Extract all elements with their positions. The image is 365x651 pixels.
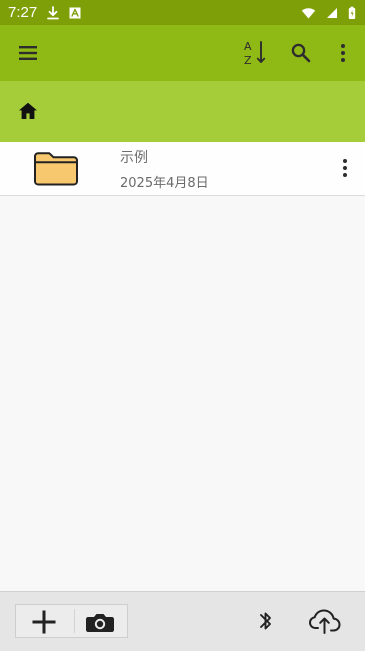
status-bar: 7:27 [0, 0, 365, 25]
file-list: 示例 2025年4月8日 [0, 142, 365, 591]
status-left-group: 7:27 [8, 4, 81, 21]
path-bar [0, 81, 365, 142]
battery-icon [348, 6, 356, 20]
wifi-icon [301, 7, 316, 19]
svg-text:A: A [244, 40, 252, 53]
more-vert-icon[interactable] [339, 155, 351, 181]
home-icon[interactable] [16, 99, 40, 123]
more-vert-icon[interactable] [334, 25, 352, 81]
search-icon[interactable] [287, 25, 315, 81]
list-item[interactable]: 示例 2025年4月8日 [0, 142, 365, 196]
bottom-actions-group [15, 604, 128, 638]
bottom-action-bar [0, 591, 365, 651]
file-name: 示例 [120, 150, 148, 166]
bluetooth-icon[interactable] [254, 609, 278, 633]
app-notification-icon [69, 7, 81, 19]
add-icon[interactable] [27, 610, 61, 634]
sort-az-icon[interactable]: A Z [242, 25, 270, 81]
download-icon [47, 5, 60, 20]
hamburger-menu-icon[interactable] [14, 25, 42, 81]
file-date: 2025年4月8日 [120, 176, 209, 191]
folder-icon [33, 150, 79, 186]
svg-text:Z: Z [244, 54, 252, 67]
cloud-upload-icon[interactable] [307, 605, 343, 635]
bottom-divider [74, 609, 75, 633]
app-toolbar: A Z [0, 25, 365, 81]
signal-icon [326, 7, 338, 19]
status-time: 7:27 [8, 4, 38, 21]
status-right-group [301, 6, 356, 20]
camera-icon[interactable] [83, 609, 117, 635]
